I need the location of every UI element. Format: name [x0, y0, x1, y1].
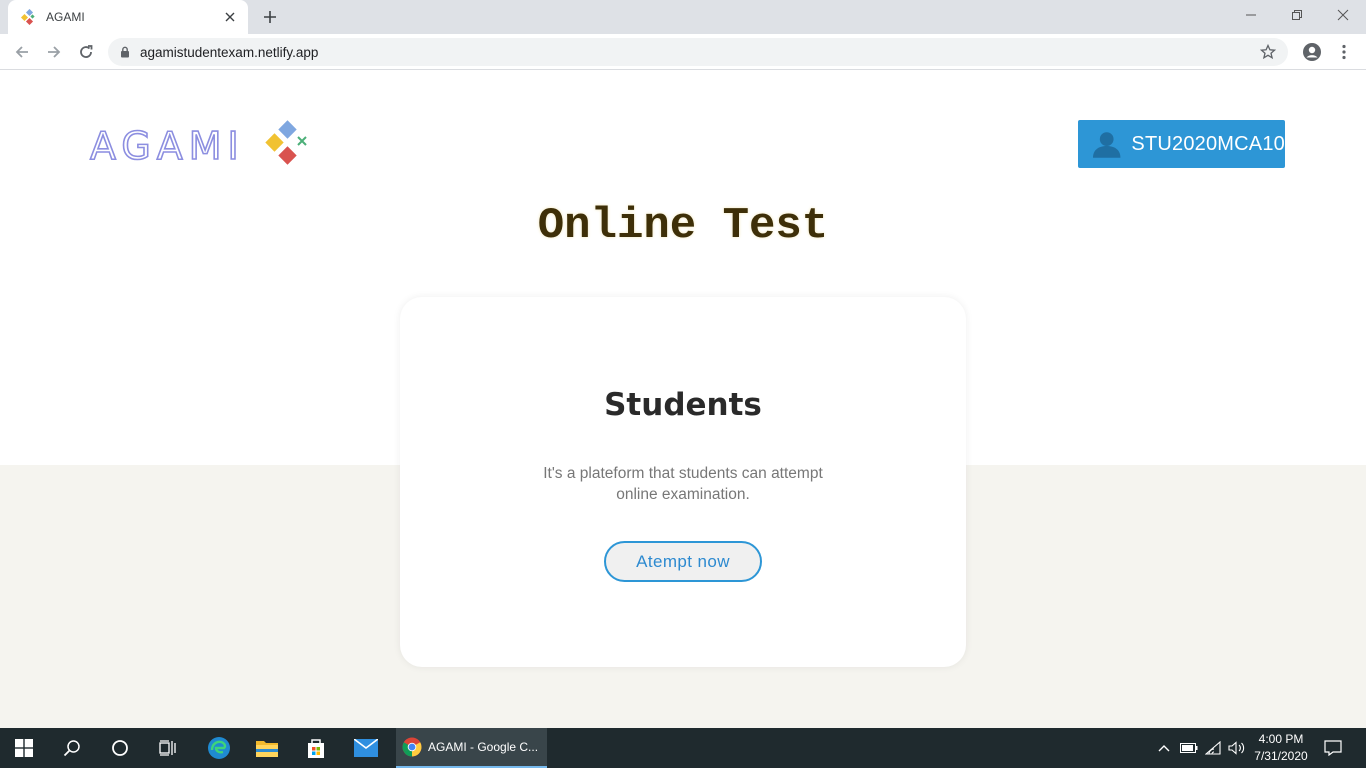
browser-tab[interactable]: AGAMI: [8, 0, 248, 34]
agami-favicon-icon: [20, 9, 35, 25]
task-view-icon[interactable]: [144, 728, 192, 768]
restore-window-icon[interactable]: [1274, 4, 1320, 26]
address-url: agamistudentexam.netlify.app: [140, 44, 319, 60]
reload-icon[interactable]: [74, 40, 98, 64]
system-clock[interactable]: 4:00 PM 7/31/2020: [1248, 731, 1314, 765]
logo-text: AGAMI: [89, 123, 245, 169]
back-arrow-icon[interactable]: [10, 40, 34, 64]
notification-center-icon[interactable]: [1320, 728, 1346, 768]
wifi-icon[interactable]: [1202, 728, 1224, 768]
forward-arrow-icon[interactable]: [42, 40, 66, 64]
edge-browser-icon[interactable]: [195, 728, 243, 768]
bookmark-star-icon[interactable]: [1259, 43, 1277, 65]
minimize-window-icon[interactable]: [1228, 4, 1274, 26]
chrome-icon: [402, 737, 422, 757]
browser-toolbar: agamistudentexam.netlify.app: [0, 34, 1366, 70]
page-title: Online Test: [537, 201, 829, 251]
chrome-menu-icon[interactable]: [1332, 40, 1356, 64]
lock-icon: [121, 46, 129, 58]
windows-start-icon[interactable]: [0, 728, 48, 768]
show-hidden-icons-chevron-icon[interactable]: [1154, 728, 1174, 768]
clock-date: 7/31/2020: [1254, 749, 1308, 763]
user-profile-button[interactable]: STU2020MCA10: [1078, 120, 1285, 168]
profile-avatar-icon[interactable]: [1300, 40, 1324, 64]
card-description: It's a plateform that students can attem…: [543, 465, 823, 503]
students-card: Students It's a plateform that students …: [400, 297, 966, 667]
web-page: AGAMI STU2020MCA10 Online Test Students …: [0, 71, 1366, 728]
clock-time: 4:00 PM: [1258, 732, 1304, 746]
tab-title: AGAMI: [46, 10, 85, 24]
logo-diamonds-icon: [265, 120, 307, 165]
mail-icon[interactable]: [342, 728, 390, 768]
attempt-now-button[interactable]: Atempt now: [604, 541, 762, 582]
windows-taskbar: AGAMI - Google C... 4:00 PM 7/31/2020: [0, 728, 1366, 768]
cortana-icon[interactable]: [96, 728, 144, 768]
card-heading: Students: [604, 387, 762, 423]
taskbar-app-label: AGAMI - Google C...: [428, 740, 539, 754]
close-window-icon[interactable]: [1320, 4, 1366, 26]
user-id: STU2020MCA10: [1131, 132, 1285, 155]
user-icon: [1092, 132, 1121, 158]
agami-logo[interactable]: AGAMI: [89, 119, 312, 169]
taskbar-chrome-app[interactable]: AGAMI - Google C...: [396, 728, 547, 768]
battery-icon[interactable]: [1178, 728, 1200, 768]
volume-icon[interactable]: [1226, 728, 1248, 768]
browser-tab-strip: AGAMI: [0, 0, 1366, 34]
file-explorer-icon[interactable]: [243, 728, 291, 768]
address-bar[interactable]: agamistudentexam.netlify.app: [108, 38, 1288, 66]
close-tab-icon[interactable]: [222, 9, 238, 25]
microsoft-store-icon[interactable]: [292, 728, 340, 768]
new-tab-icon[interactable]: [258, 6, 282, 28]
search-icon[interactable]: [48, 728, 96, 768]
